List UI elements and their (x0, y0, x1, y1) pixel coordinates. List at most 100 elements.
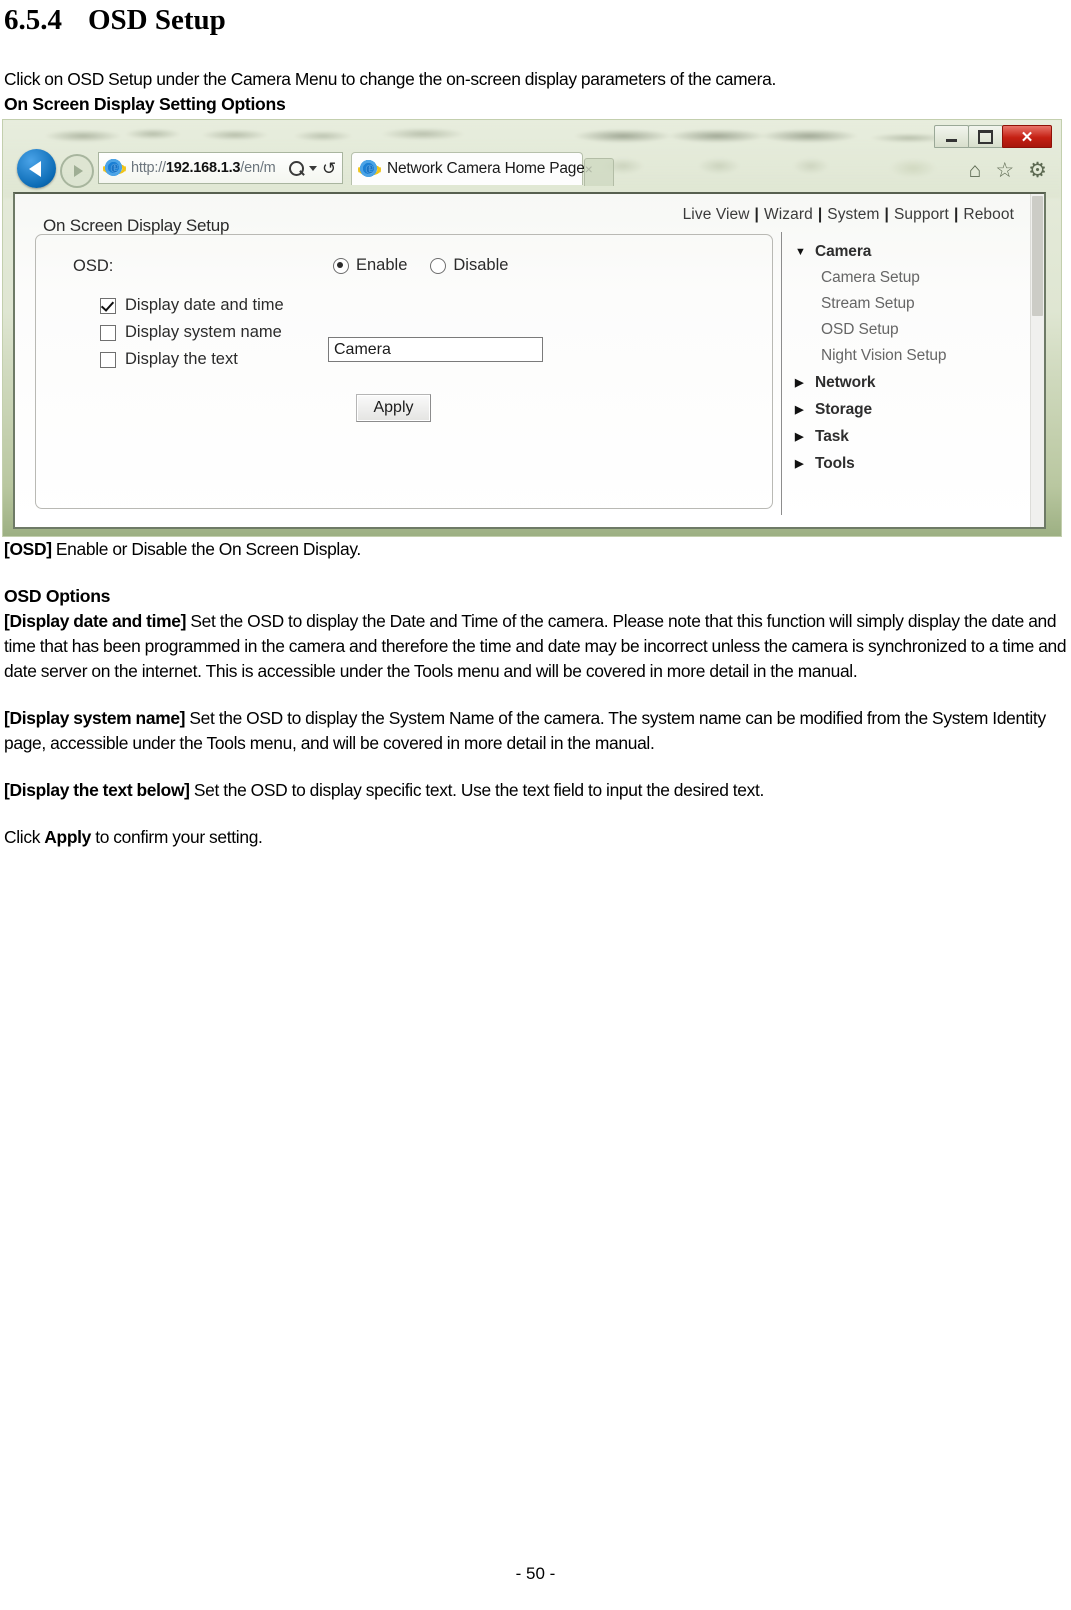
url-scheme: http:// (131, 160, 166, 176)
forward-button[interactable] (60, 154, 94, 188)
osd-definition-paragraph: [OSD] Enable or Disable the On Screen Di… (0, 537, 1071, 562)
close-button[interactable]: ✕ (1002, 125, 1052, 148)
tab-title: Network Camera Home Page (387, 160, 585, 177)
address-bar[interactable]: http://192.168.1.3/en/m ↻ (98, 152, 343, 184)
radio-disable-label: Disable (453, 256, 509, 274)
window-controls: ✕ (934, 125, 1052, 148)
osd-term: [OSD] (4, 539, 52, 559)
maximize-button[interactable] (968, 125, 1003, 148)
nav-reboot[interactable]: Reboot (963, 206, 1014, 223)
osd-radio-group: Enable Disable (333, 256, 508, 275)
chevron-right-icon: ▶ (795, 377, 804, 389)
sidebar-item-network-label: Network (815, 373, 876, 391)
refresh-icon[interactable]: ↻ (322, 159, 336, 178)
sidebar-item-tools[interactable]: ▶ Tools (795, 450, 1025, 477)
browser-tab[interactable]: Network Camera Home Page × (351, 152, 593, 185)
minimize-icon (946, 138, 957, 142)
option-1-term: [Display date and time] (4, 611, 187, 631)
minimize-button[interactable] (934, 125, 969, 148)
new-tab-button[interactable] (584, 158, 614, 186)
intro-paragraph: Click on OSD Setup under the Camera Menu… (4, 69, 776, 89)
nav-separator: | (817, 206, 823, 223)
favorites-star-icon[interactable]: ☆ (995, 160, 1014, 181)
osd-options-heading: OSD Options (4, 586, 111, 606)
closing-prefix: Click (4, 827, 45, 847)
nav-wizard[interactable]: Wizard (764, 206, 813, 223)
chevron-right-icon: ▶ (795, 458, 804, 470)
maximize-icon (978, 129, 993, 144)
address-input[interactable]: http://192.168.1.3/en/m (126, 160, 289, 176)
settings-gear-icon[interactable]: ⚙ (1028, 160, 1047, 181)
section-title: OSD Setup (88, 4, 226, 36)
option-display-date-time-paragraph: [Display date and time] Set the OSD to d… (0, 609, 1071, 684)
web-page-content: Live View | Wizard | System | Support | Reboot O… (15, 194, 1044, 527)
radio-enable[interactable] (333, 257, 349, 274)
sidebar-item-storage[interactable]: ▶ Storage (795, 396, 1025, 423)
sidebar-item-osd-setup[interactable]: OSD Setup (795, 317, 1025, 343)
sidebar-item-camera-setup[interactable]: Camera Setup (795, 265, 1025, 291)
url-host: 192.168.1.3 (165, 160, 241, 176)
browser-screenshot-figure: ✕ http://192.168.1.3/en/m ↻ Network Came… (2, 119, 1062, 537)
checkbox-display-date-and-time-label: Display date and time (125, 296, 284, 314)
page-number: - 50 - (515, 1564, 556, 1583)
site-top-navigation: Live View | Wizard | System | Support | Reboot (683, 206, 1014, 224)
command-bar: ⌂ ☆ ⚙ (969, 160, 1047, 181)
sidebar-item-night-vision-setup[interactable]: Night Vision Setup (795, 343, 1025, 369)
checkbox-display-system-name-label: Display system name (125, 323, 282, 341)
vertical-scrollbar[interactable] (1030, 194, 1044, 527)
option-3-description: Set the OSD to display specific text. Us… (189, 780, 765, 800)
osd-text-input[interactable]: Camera (328, 337, 543, 362)
checkbox-row[interactable]: Display the text (100, 346, 284, 373)
sidebar-item-tools-label: Tools (815, 454, 855, 472)
scrollbar-thumb[interactable] (1032, 196, 1043, 316)
sidebar-item-stream-setup[interactable]: Stream Setup (795, 291, 1025, 317)
closing-paragraph: Click Apply to confirm your setting. (0, 825, 1071, 850)
checkbox-row[interactable]: Display date and time (100, 292, 284, 319)
osd-description: Enable or Disable the On Screen Display. (51, 539, 361, 559)
document-page: 6.5.4 OSD Setup Click on OSD Setup under … (0, 0, 1071, 1610)
sidebar-item-task-label: Task (815, 427, 849, 445)
chevron-right-icon: ▶ (795, 431, 804, 443)
page-title: 6.5.4 OSD Setup (0, 0, 1071, 37)
search-magnifier-icon[interactable] (288, 160, 304, 176)
nav-support[interactable]: Support (894, 206, 949, 223)
option-3-term: [Display the text below] (4, 780, 190, 800)
checkbox-display-the-text-label: Display the text (125, 350, 238, 368)
nav-live-view[interactable]: Live View (683, 206, 750, 223)
checkbox-display-the-text[interactable] (100, 351, 116, 368)
checkbox-display-system-name[interactable] (100, 324, 116, 341)
osd-checkbox-list: Display date and time Display system nam… (100, 292, 284, 373)
back-arrow-icon (29, 160, 41, 177)
panel-title: On Screen Display Setup (43, 216, 230, 235)
figure-caption: On Screen Display Setting Options (4, 94, 286, 114)
osd-field-label: OSD: (73, 257, 114, 275)
option-display-system-name-paragraph: [Display system name] Set the OSD to dis… (0, 706, 1071, 756)
sidebar-item-network[interactable]: ▶ Network (795, 369, 1025, 396)
sidebar-item-camera[interactable]: ▼ Camera (795, 238, 1025, 265)
site-sidebar-menu: ▼ Camera Camera Setup Stream Setup OSD S… (795, 238, 1025, 477)
nav-system[interactable]: System (827, 206, 879, 223)
home-icon[interactable]: ⌂ (969, 160, 982, 181)
checkbox-row[interactable]: Display system name (100, 319, 284, 346)
apply-keyword: Apply (44, 827, 92, 847)
radio-disable[interactable] (430, 257, 447, 274)
tab-favicon-icon (358, 158, 381, 181)
chevron-right-icon: ▶ (795, 404, 804, 416)
option-2-term: [Display system name] (4, 708, 186, 728)
sidebar-divider (781, 232, 782, 515)
checkbox-display-date-and-time[interactable] (100, 297, 116, 314)
apply-button[interactable]: Apply (356, 394, 431, 422)
closing-suffix: to confirm your setting. (91, 827, 263, 847)
radio-enable-label: Enable (356, 256, 408, 274)
nav-separator: | (953, 206, 959, 223)
sidebar-item-storage-label: Storage (815, 400, 873, 418)
nav-separator: | (754, 206, 759, 223)
url-path: /en/m (240, 160, 276, 176)
forward-arrow-icon (74, 165, 83, 177)
back-button[interactable] (17, 149, 56, 188)
internet-explorer-icon (103, 157, 126, 180)
chevron-down-icon[interactable] (308, 165, 317, 171)
option-display-text-paragraph: [Display the text below] Set the OSD to … (0, 778, 1071, 803)
section-number: 6.5.4 (4, 4, 62, 36)
sidebar-item-task[interactable]: ▶ Task (795, 423, 1025, 450)
